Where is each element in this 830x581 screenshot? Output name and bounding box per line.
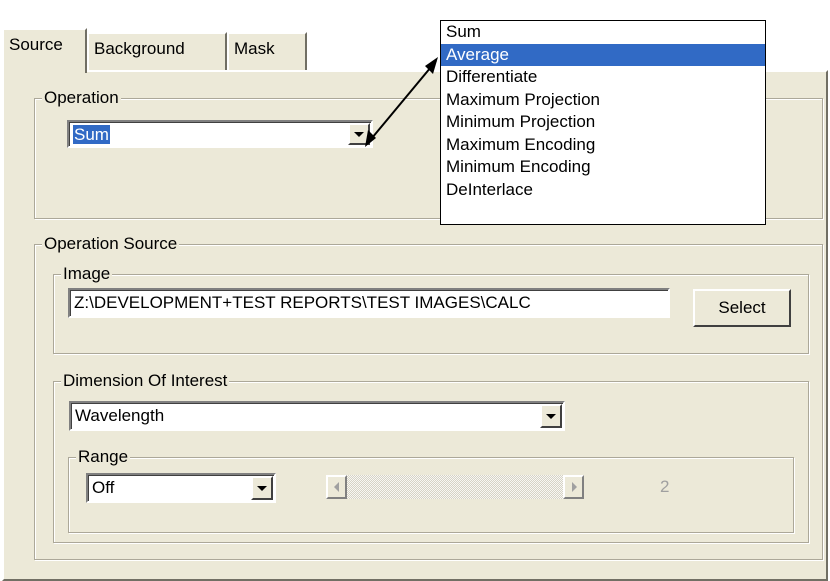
dimension-of-interest-group: Dimension Of Interest Wavelength Range O… (53, 371, 810, 544)
option-minimum-projection[interactable]: Minimum Projection (441, 111, 765, 134)
tab-background[interactable]: Background (87, 32, 227, 70)
option-maximum-projection[interactable]: Maximum Projection (441, 89, 765, 112)
tab-mask-label: Mask (234, 39, 275, 58)
range-legend: Range (76, 447, 131, 467)
select-button[interactable]: Select (693, 289, 791, 327)
dimension-selected-value: Wavelength (75, 406, 165, 425)
chevron-down-icon (257, 486, 267, 491)
option-average[interactable]: Average (441, 43, 765, 66)
operation-source-group: Operation Source Image Z:\DEVELOPMENT+TE… (34, 234, 824, 561)
range-value-readout: 2 (660, 477, 670, 496)
range-selected-value: Off (92, 478, 115, 497)
scroll-right-arrow-icon (571, 482, 577, 492)
operation-legend: Operation (42, 88, 121, 108)
operation-dropdown-button[interactable] (348, 123, 370, 145)
option-sum[interactable]: Sum (441, 21, 765, 44)
dimension-combobox[interactable]: Wavelength (69, 401, 565, 431)
tab-mask[interactable]: Mask (227, 32, 307, 70)
select-button-label: Select (718, 298, 766, 317)
chevron-down-icon (354, 132, 364, 137)
range-scrollbar[interactable] (326, 475, 584, 499)
scrollbar-track[interactable] (347, 475, 563, 499)
range-group: Range Off 2 (68, 447, 795, 534)
option-deinterlace[interactable]: DeInterlace (441, 179, 765, 202)
dimension-of-interest-legend: Dimension Of Interest (61, 371, 230, 391)
image-group: Image Z:\DEVELOPMENT+TEST REPORTS\TEST I… (53, 264, 810, 355)
option-maximum-encoding[interactable]: Maximum Encoding (441, 134, 765, 157)
image-path-text: Z:\DEVELOPMENT+TEST REPORTS\TEST IMAGES\… (74, 293, 531, 312)
range-combobox[interactable]: Off (86, 473, 276, 503)
scroll-right-button[interactable] (563, 475, 584, 499)
chevron-down-icon (546, 414, 556, 419)
tab-source-label: Source (9, 35, 63, 54)
option-differentiate[interactable]: Differentiate (441, 66, 765, 89)
operation-dropdown-list[interactable]: Sum Average Differentiate Maximum Projec… (440, 20, 766, 225)
scroll-left-arrow-icon (333, 482, 339, 492)
operation-selected-value: Sum (73, 125, 110, 144)
scroll-left-button[interactable] (326, 475, 347, 499)
tab-background-label: Background (94, 39, 185, 58)
tab-source[interactable]: Source (2, 28, 87, 73)
range-dropdown-button[interactable] (251, 476, 273, 500)
option-minimum-encoding[interactable]: Minimum Encoding (441, 156, 765, 179)
dimension-dropdown-button[interactable] (540, 404, 562, 428)
operation-combobox[interactable]: Sum (67, 120, 373, 148)
image-legend: Image (61, 264, 113, 284)
operation-source-legend: Operation Source (42, 234, 180, 254)
image-path-field[interactable]: Z:\DEVELOPMENT+TEST REPORTS\TEST IMAGES\… (68, 288, 670, 318)
